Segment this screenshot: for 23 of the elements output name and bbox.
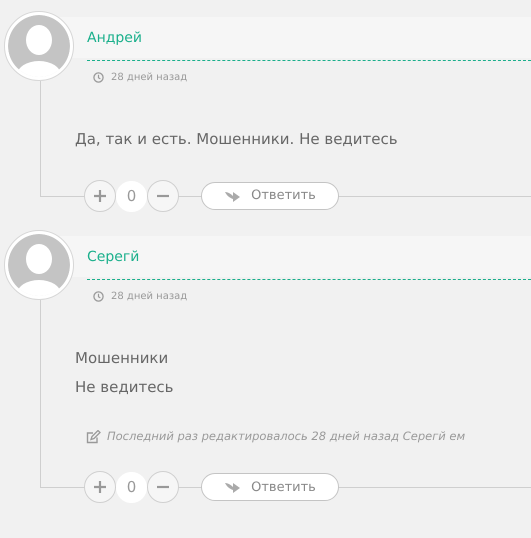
- clock-icon: [93, 291, 104, 302]
- upvote-button[interactable]: [84, 180, 116, 212]
- reply-button[interactable]: Ответить: [201, 182, 339, 210]
- comment-time: 28 дней назад: [111, 71, 188, 85]
- comment-text: Мошенники: [75, 348, 170, 369]
- plus-icon: [94, 481, 106, 494]
- reply-button[interactable]: Ответить: [201, 473, 339, 502]
- reply-arrow-icon: [224, 480, 242, 494]
- plus-icon: [94, 190, 106, 202]
- reply-arrow-icon: [224, 190, 242, 202]
- clock-icon: [93, 72, 104, 83]
- vote-count: 0: [116, 472, 147, 503]
- edit-note: Последний раз редактировалось 28 дней назад Серегй ем: [107, 428, 466, 445]
- author-name[interactable]: Андрей: [87, 30, 142, 44]
- vote-count: 0: [116, 180, 147, 212]
- downvote-button[interactable]: [147, 180, 179, 212]
- edit-icon: [86, 430, 101, 444]
- author-name[interactable]: Серегй: [87, 250, 140, 264]
- upvote-button[interactable]: [84, 471, 116, 504]
- comment-text: Не ведитесь: [75, 377, 175, 398]
- comment-time: 28 дней назад: [111, 290, 188, 304]
- comment-text: Да, так и есть. Мошенники. Не ведитесь: [75, 129, 399, 150]
- downvote-button[interactable]: [147, 471, 179, 504]
